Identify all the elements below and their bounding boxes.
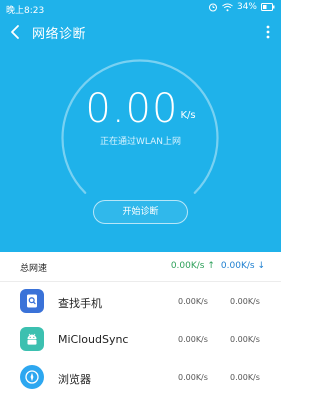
app-name: 查找手机 — [58, 297, 102, 310]
title-bar: 网络诊断 — [0, 18, 281, 46]
status-icons: 34% — [208, 2, 275, 12]
start-diagnosis-button[interactable]: 开始诊断 — [93, 200, 188, 224]
speed-readout: 0.00 K/s — [0, 86, 281, 132]
more-vertical-icon[interactable] — [265, 24, 271, 40]
app-list: 查找手机 0.00K/s 0.00K/s MiCloudSync 0.00K/s… — [0, 282, 281, 396]
app-download: 0.00K/s — [230, 373, 260, 382]
battery-percent: 34% — [236, 2, 257, 12]
total-download: 0.00K/s ↓ — [221, 261, 265, 271]
page-title: 网络诊断 — [32, 27, 87, 42]
browser-icon — [20, 365, 44, 389]
app-download: 0.00K/s — [230, 297, 260, 306]
app-name: 浏览器 — [58, 373, 91, 386]
status-bar: 晚上8:23 34% — [0, 0, 281, 18]
list-item[interactable]: 查找手机 0.00K/s 0.00K/s — [0, 282, 281, 320]
total-speed-row: 总网速 0.00K/s ↑ 0.00K/s ↓ — [0, 252, 281, 282]
upload-arrow-icon: ↑ — [207, 261, 215, 271]
app-upload: 0.00K/s — [178, 297, 208, 306]
app-name: MiCloudSync — [58, 333, 129, 346]
app-upload: 0.00K/s — [178, 335, 208, 344]
speed-value: 0.00 — [85, 86, 179, 132]
total-upload: 0.00K/s ↑ — [171, 261, 215, 271]
speed-unit: K/s — [180, 110, 196, 121]
list-item[interactable]: 浏览器 0.00K/s 0.00K/s — [0, 358, 281, 396]
total-speed-label: 总网速 — [20, 264, 48, 274]
download-arrow-icon: ↓ — [257, 261, 265, 271]
status-time: 晚上8:23 — [6, 6, 45, 16]
list-item[interactable]: MiCloudSync 0.00K/s 0.00K/s — [0, 320, 281, 358]
diagnostic-header-panel: 晚上8:23 34% 网络诊断 0.00 K/s 正在通过WLAN上网 开始诊断 — [0, 0, 281, 252]
android-icon — [20, 327, 44, 351]
alarm-icon — [208, 3, 217, 12]
total-speed-rates: 0.00K/s ↑ 0.00K/s ↓ — [171, 261, 265, 271]
app-download: 0.00K/s — [230, 335, 260, 344]
find-phone-icon — [20, 289, 44, 313]
battery-icon — [261, 3, 275, 11]
total-download-value: 0.00K/s — [220, 261, 255, 271]
connection-status: 正在通过WLAN上网 — [99, 137, 181, 147]
back-icon[interactable] — [8, 23, 24, 41]
app-upload: 0.00K/s — [178, 373, 208, 382]
wifi-icon — [222, 3, 233, 11]
total-upload-value: 0.00K/s — [170, 261, 205, 271]
